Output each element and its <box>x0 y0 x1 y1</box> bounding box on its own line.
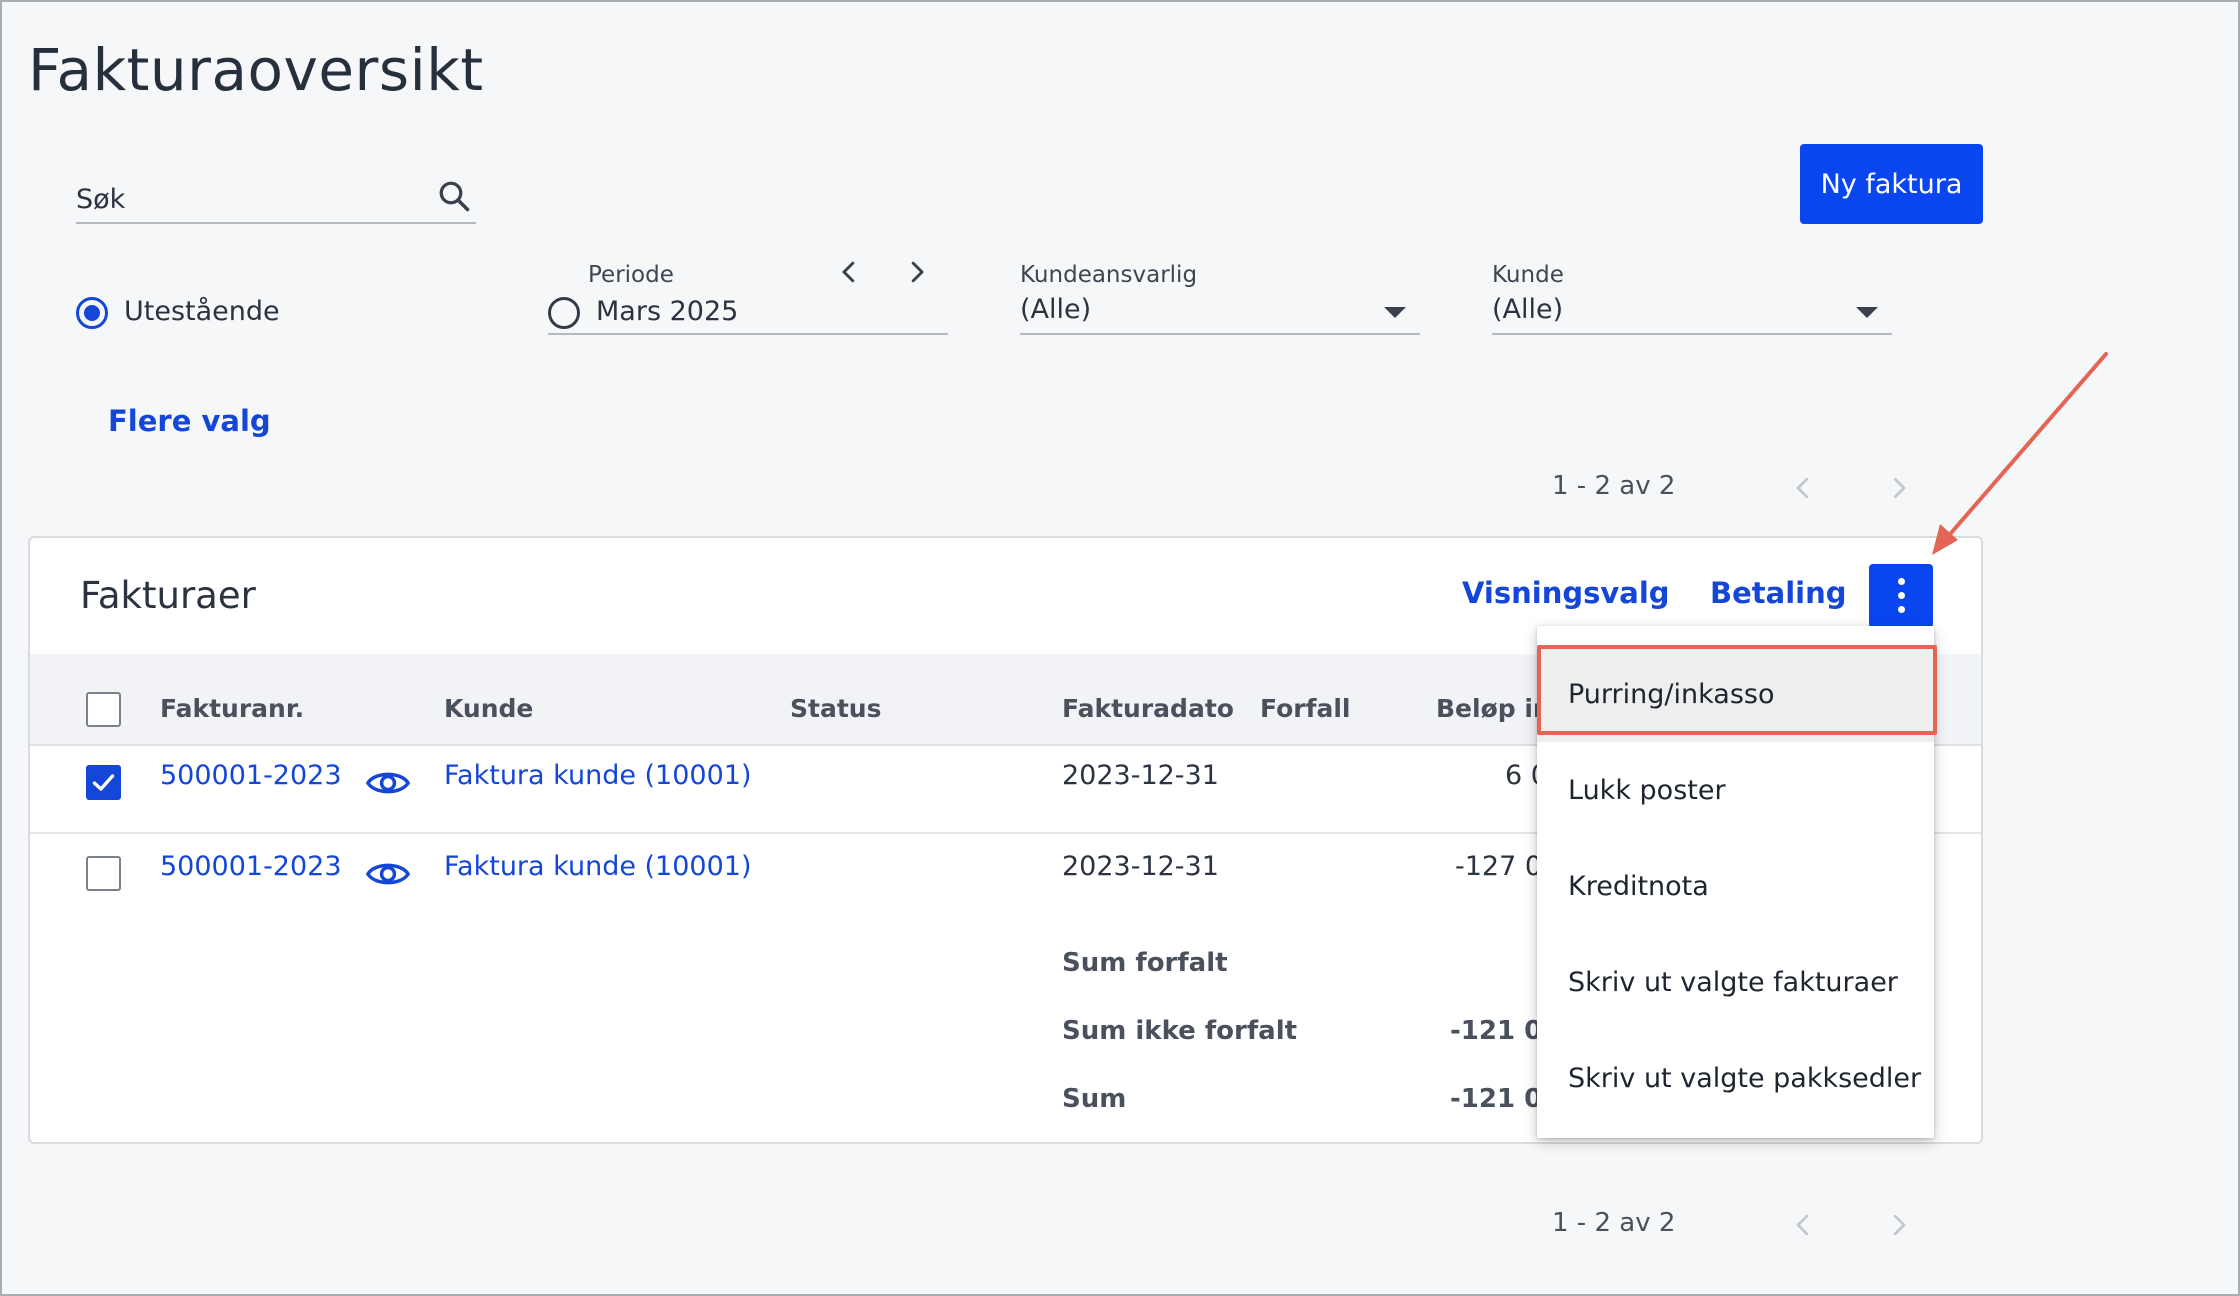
customer-link[interactable]: Faktura kunde (10001) <box>444 851 751 882</box>
search-icon[interactable] <box>436 178 472 214</box>
menu-item-print-invoices[interactable]: Skriv ut valgte fakturaer <box>1537 934 1934 1030</box>
column-header[interactable]: Beløp in <box>1436 694 1551 723</box>
check-icon <box>92 774 115 791</box>
row-checkbox[interactable] <box>86 765 121 800</box>
search-label: Søk <box>76 184 126 215</box>
menu-item-credit-note[interactable]: Kreditnota <box>1537 838 1934 934</box>
column-header[interactable]: Kunde <box>444 694 533 723</box>
page-frame: Fakturaoversikt Søk Ny faktura Uteståend… <box>0 0 2240 1296</box>
page-title: Fakturaoversikt <box>28 36 484 104</box>
sum-label: Sum ikke forfalt <box>1062 1016 1298 1046</box>
annotation-highlight <box>1537 645 1937 735</box>
account-manager-label: Kundeansvarlig <box>1020 262 1198 288</box>
select-all-checkbox[interactable] <box>86 692 121 727</box>
customer-underline <box>1492 333 1892 335</box>
column-header[interactable]: Forfall <box>1260 694 1350 723</box>
more-actions-button[interactable] <box>1869 564 1933 628</box>
sum-value: -121 0 <box>1450 1016 1543 1046</box>
period-label: Periode <box>588 262 674 288</box>
customer-link[interactable]: Faktura kunde (10001) <box>444 760 751 791</box>
customer-label: Kunde <box>1492 262 1564 288</box>
period-value: Mars 2025 <box>596 296 739 327</box>
kebab-dot <box>1898 606 1905 613</box>
page-next-icon[interactable] <box>1884 473 1914 503</box>
search-input[interactable]: Søk <box>76 168 476 224</box>
page-next-icon[interactable] <box>1884 1210 1914 1240</box>
outstanding-label: Utestående <box>124 296 280 327</box>
invoice-number-link[interactable]: 500001-2023 <box>160 851 342 882</box>
chevron-down-icon[interactable] <box>1856 307 1878 318</box>
account-manager-underline <box>1020 333 1420 335</box>
more-options-link[interactable]: Flere valg <box>108 404 271 438</box>
period-prev-icon[interactable] <box>834 257 864 287</box>
eye-icon[interactable] <box>365 857 411 891</box>
card-title: Fakturaer <box>80 574 256 617</box>
eye-icon[interactable] <box>365 766 411 800</box>
invoice-date: 2023-12-31 <box>1062 760 1219 791</box>
kebab-dot <box>1898 592 1905 599</box>
column-header[interactable]: Status <box>790 694 881 723</box>
invoice-number-link[interactable]: 500001-2023 <box>160 760 342 791</box>
period-next-icon[interactable] <box>902 257 932 287</box>
account-manager-select[interactable]: (Alle) <box>1020 294 1091 325</box>
view-options-link[interactable]: Visningsvalg <box>1462 576 1670 610</box>
kebab-dot <box>1898 578 1905 585</box>
menu-item-close-entries[interactable]: Lukk poster <box>1537 742 1934 838</box>
payment-link[interactable]: Betaling <box>1710 576 1847 610</box>
chevron-down-icon[interactable] <box>1384 307 1406 318</box>
column-header[interactable]: Fakturadato <box>1062 694 1234 723</box>
menu-item-print-packing-slips[interactable]: Skriv ut valgte pakksedler <box>1537 1030 1934 1126</box>
column-header[interactable]: Fakturanr. <box>160 694 304 723</box>
amount: -127 0 <box>1455 851 1543 882</box>
sum-value: -121 0 <box>1450 1084 1543 1114</box>
invoice-date: 2023-12-31 <box>1062 851 1219 882</box>
page-prev-icon[interactable] <box>1788 473 1818 503</box>
pagination-text: 1 - 2 av 2 <box>1552 471 1676 501</box>
period-underline <box>548 333 948 335</box>
row-checkbox[interactable] <box>86 856 121 891</box>
new-invoice-button[interactable]: Ny faktura <box>1800 144 1983 224</box>
outstanding-radio[interactable] <box>76 297 108 329</box>
pagination-text: 1 - 2 av 2 <box>1552 1208 1676 1238</box>
customer-select[interactable]: (Alle) <box>1492 294 1563 325</box>
page-prev-icon[interactable] <box>1788 1210 1818 1240</box>
period-radio[interactable] <box>548 297 580 329</box>
sum-label: Sum forfalt <box>1062 948 1228 978</box>
sum-label: Sum <box>1062 1084 1127 1114</box>
